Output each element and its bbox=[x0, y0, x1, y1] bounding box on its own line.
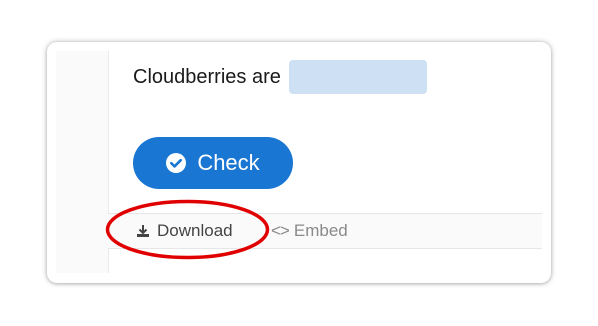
exercise-content: Cloudberries are Check Download <> Embed bbox=[108, 51, 542, 273]
check-button-label: Check bbox=[197, 150, 260, 175]
exercise-card: Cloudberries are Check Download <> Embed bbox=[47, 42, 551, 283]
prompt-row: Cloudberries are bbox=[133, 59, 427, 95]
prompt-text: Cloudberries are bbox=[133, 65, 281, 88]
check-button[interactable]: Check bbox=[133, 137, 293, 189]
code-icon: <> bbox=[271, 221, 290, 240]
footer-toolbar: Download <> Embed bbox=[108, 213, 542, 249]
left-gutter bbox=[56, 51, 108, 273]
download-link[interactable]: Download bbox=[136, 214, 233, 248]
check-circle-icon bbox=[166, 153, 187, 173]
answer-input[interactable] bbox=[288, 60, 427, 94]
download-icon bbox=[136, 224, 150, 238]
download-label: Download bbox=[157, 221, 233, 240]
embed-label: Embed bbox=[293, 221, 348, 240]
embed-link[interactable]: <> Embed bbox=[271, 214, 348, 248]
